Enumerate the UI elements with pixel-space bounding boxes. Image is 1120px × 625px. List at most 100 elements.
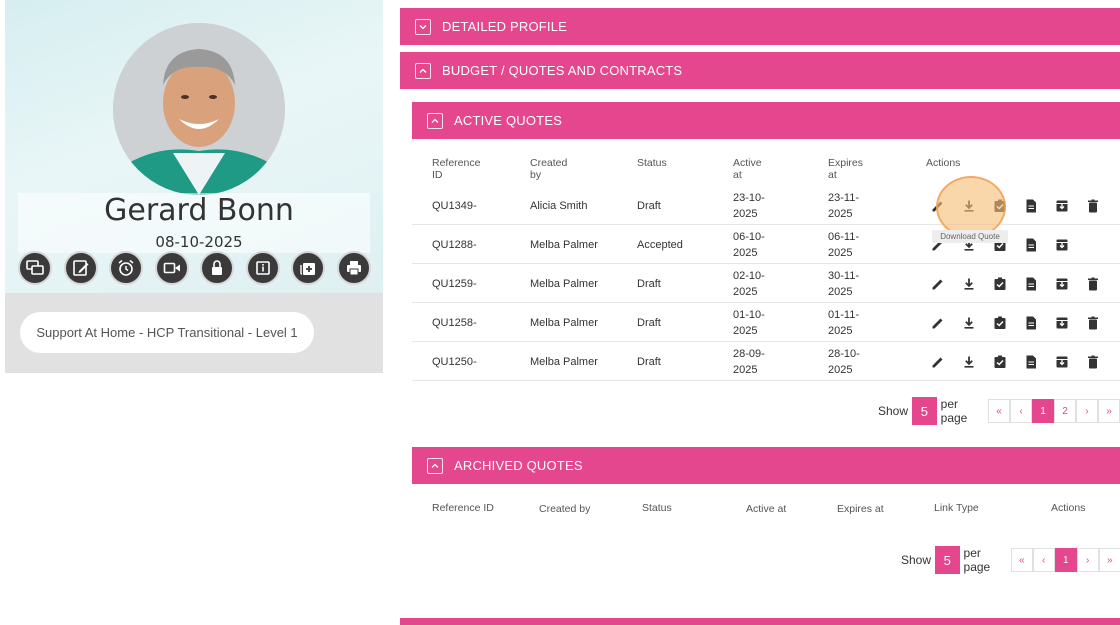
page-link[interactable]: « (1010, 548, 1033, 572)
download-icon[interactable] (961, 276, 977, 292)
page-link[interactable]: » (1098, 399, 1120, 423)
row-actions (930, 342, 1116, 381)
plan-area: Support At Home - HCP Transitional - Lev… (5, 293, 383, 373)
col-expires-at: Expires at (828, 157, 864, 181)
col-status: Status (637, 157, 667, 169)
cell-status: Accepted (637, 238, 683, 251)
table-row: QU1259- Melba Palmer Draft 02-10-2025 30-11-… (412, 264, 1120, 303)
table-row: QU1250- Melba Palmer Draft 28-09-2025 28-10-… (412, 342, 1120, 381)
cell-active-at: 02-10-2025 (733, 269, 765, 298)
alarm-icon[interactable] (109, 251, 143, 285)
approve-icon[interactable] (992, 354, 1008, 370)
archive-icon[interactable] (1054, 276, 1070, 292)
next-section-bar[interactable] (400, 618, 1120, 625)
download-icon[interactable] (961, 315, 977, 331)
page-link[interactable]: « (988, 399, 1010, 423)
chevron-up-icon[interactable] (427, 112, 443, 129)
cell-expires-at: 28-10-2025 (828, 347, 860, 376)
chevron-up-icon[interactable] (415, 62, 431, 79)
archived-quotes-bar[interactable]: ARCHIVED QUOTES (412, 447, 1120, 484)
detailed-profile-bar[interactable]: DETAILED PROFILE (400, 8, 1120, 45)
per-page-select[interactable]: 5 (912, 397, 937, 425)
chevron-up-icon[interactable] (427, 457, 443, 474)
cell-created-by: Melba Palmer (530, 355, 598, 368)
page-links: «‹ 1 2 ›» (988, 399, 1120, 423)
add-box-icon[interactable] (291, 251, 325, 285)
cell-expires-at: 30-11-2025 (828, 269, 859, 298)
trash-icon[interactable] (1085, 276, 1101, 292)
archived-pagination: Show 5 per page «‹ 1 ›» (901, 546, 1120, 574)
budget-title: BUDGET / QUOTES AND CONTRACTS (442, 63, 683, 78)
edit-icon[interactable] (930, 315, 946, 331)
arch-col-reference-id: Reference ID (432, 502, 494, 514)
download-icon[interactable] (961, 354, 977, 370)
cell-created-by: Melba Palmer (530, 238, 598, 251)
approve-icon[interactable] (992, 276, 1008, 292)
archive-icon[interactable] (1054, 315, 1070, 331)
cell-created-by: Melba Palmer (530, 277, 598, 290)
active-pagination: Show 5 per page «‹ 1 2 ›» (878, 397, 1120, 425)
arch-col-actions: Actions (1051, 502, 1086, 514)
page-link[interactable]: 2 (1054, 399, 1076, 423)
archive-icon[interactable] (1054, 354, 1070, 370)
cell-reference-id: QU1250- (432, 355, 477, 368)
table-row: QU1258- Melba Palmer Draft 01-10-2025 01-11-… (412, 303, 1120, 342)
per-page-label: per page (940, 397, 968, 425)
cell-reference-id: QU1288- (432, 238, 477, 251)
page-link[interactable]: ‹ (1032, 548, 1055, 572)
video-icon[interactable] (154, 251, 189, 285)
edit-note-icon[interactable] (63, 251, 98, 285)
cell-reference-id: QU1259- (432, 277, 477, 290)
cell-expires-at: 01-11-2025 (828, 308, 859, 337)
chevron-down-icon[interactable] (415, 18, 431, 35)
arch-col-link-type: Link Type (934, 502, 979, 514)
page-link[interactable]: › (1076, 548, 1099, 572)
cell-status: Draft (637, 199, 661, 212)
document-icon[interactable] (1023, 315, 1039, 331)
cell-active-at: 28-09-2025 (733, 347, 765, 376)
col-reference-id: Reference ID (432, 157, 481, 181)
active-quotes-title: ACTIVE QUOTES (454, 113, 563, 128)
edit-icon[interactable] (930, 276, 946, 292)
budget-bar[interactable]: BUDGET / QUOTES AND CONTRACTS (400, 52, 1120, 89)
show-label: Show (901, 553, 932, 567)
arch-col-active-at: Active at (746, 503, 787, 515)
cell-active-at: 01-10-2025 (733, 308, 765, 337)
trash-icon[interactable] (1085, 198, 1101, 214)
info-icon[interactable] (245, 251, 280, 285)
page-link[interactable]: › (1076, 399, 1098, 423)
sync-lock-icon[interactable] (200, 251, 234, 285)
trash-icon[interactable] (1085, 315, 1101, 331)
row-actions (930, 303, 1116, 342)
arch-col-created-by: Created by (539, 503, 591, 515)
document-icon[interactable] (1023, 237, 1039, 253)
profile-name: Gerard Bonn (104, 193, 294, 228)
per-page-select[interactable]: 5 (935, 546, 960, 574)
page-links: «‹ 1 ›» (1010, 548, 1120, 572)
arch-col-status: Status (642, 502, 672, 514)
cell-reference-id: QU1258- (432, 316, 477, 329)
page-link[interactable]: 1 (1054, 548, 1077, 572)
page-link[interactable]: » (1098, 548, 1120, 572)
trash-icon[interactable] (1085, 354, 1101, 370)
cell-active-at: 06-10-2025 (733, 230, 765, 259)
active-quotes-bar[interactable]: ACTIVE QUOTES (412, 102, 1120, 139)
page-link[interactable]: ‹ (1010, 399, 1032, 423)
archived-quotes-title: ARCHIVED QUOTES (454, 458, 583, 473)
approve-icon[interactable] (992, 315, 1008, 331)
avatar (113, 23, 285, 195)
document-icon[interactable] (1023, 354, 1039, 370)
edit-icon[interactable] (930, 354, 946, 370)
archive-icon[interactable] (1054, 198, 1070, 214)
page-link[interactable]: 1 (1032, 399, 1054, 423)
archive-icon[interactable] (1054, 237, 1070, 253)
profile-card: Gerard Bonn 08-10-2025 (5, 0, 383, 293)
plan-badge[interactable]: Support At Home - HCP Transitional - Lev… (20, 312, 314, 353)
cell-expires-at: 06-11-2025 (828, 230, 859, 259)
document-icon[interactable] (1023, 276, 1039, 292)
document-icon[interactable] (1023, 198, 1039, 214)
detailed-profile-title: DETAILED PROFILE (442, 19, 568, 34)
print-icon[interactable] (336, 251, 371, 285)
col-created-by: Created by (530, 157, 568, 181)
chat-icon[interactable] (18, 251, 52, 285)
